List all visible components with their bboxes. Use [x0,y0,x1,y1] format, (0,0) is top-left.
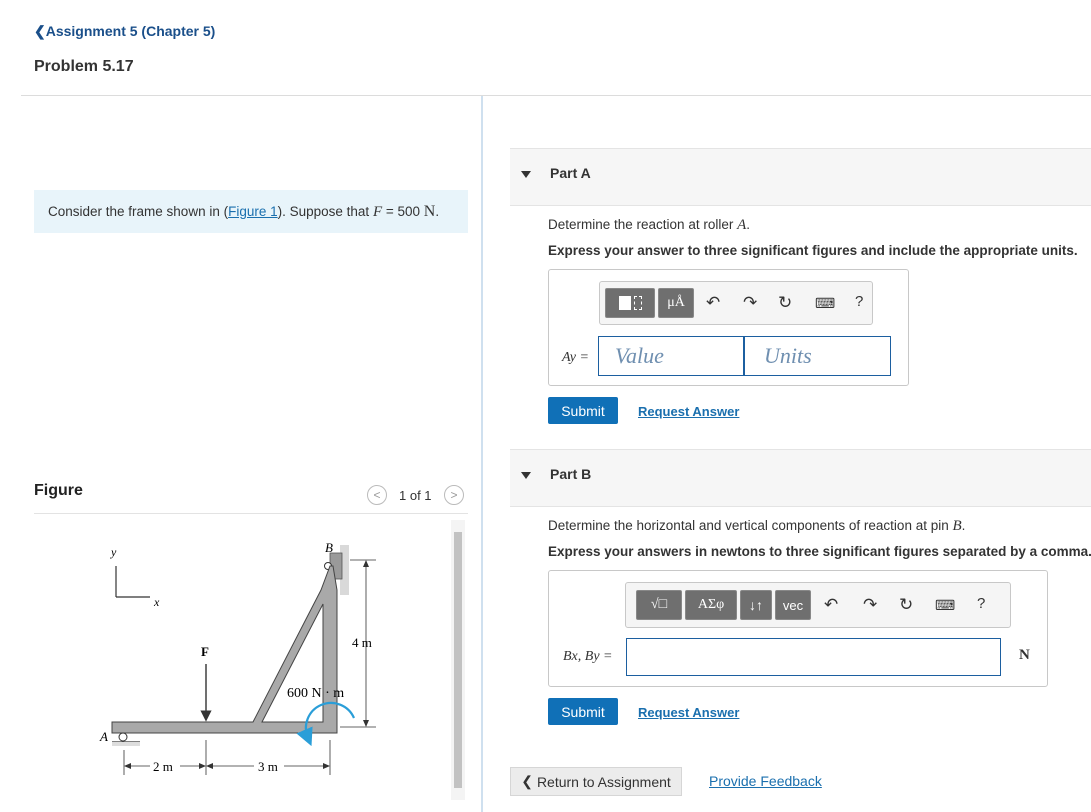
part-b-request-answer-link[interactable]: Request Answer [638,705,739,720]
chevron-left-icon: ❮ [34,23,46,39]
part-a-answer-label: Ay = [562,348,589,366]
arrows-button[interactable]: ↓↑ [740,590,772,620]
axis-x-label: x [153,595,160,609]
next-figure-button[interactable]: > [444,485,464,505]
return-label: Return to Assignment [536,773,671,790]
height-label: 4 m [352,635,372,650]
redo-icon[interactable]: ↷ [743,293,757,313]
greek-symbols-button[interactable]: ΑΣφ [685,590,737,620]
components-input[interactable] [626,638,1001,676]
units-input[interactable]: Units [744,336,891,376]
previous-figure-button[interactable]: < [367,485,387,505]
part-a-title: Part A [550,165,591,181]
frame-figure: y x B A F 600 N · m 4 m 2 m 3 m [99,540,376,775]
back-to-assignment-link[interactable]: ❮Assignment 5 (Chapter 5) [34,23,215,40]
point-b-label: B [325,540,333,555]
problem-intro: Consider the frame shown in (Figure 1). … [34,190,468,233]
undo-icon[interactable]: ↶ [706,293,720,313]
collapse-triangle-icon [521,171,531,178]
redo-icon[interactable]: ↷ [863,595,877,615]
vector-button[interactable]: vec [775,590,811,620]
intro-text-2: ). Suppose that [277,204,373,219]
part-b-question: Determine the horizontal and vertical co… [548,518,965,535]
sqrt-template-button[interactable]: √□ [636,590,682,620]
roller-support [112,732,140,746]
newton-unit-label: N [1019,647,1030,663]
part-b-question-end: . [961,518,966,533]
chevron-left-icon: < [373,488,381,502]
units-placeholder: Units [764,343,812,368]
part-b-header[interactable]: Part B [510,449,1091,507]
part-a-answer-box: μÅ ↶ ↷ ↻ ⌨ ? Ay = Value Units [548,269,909,386]
undo-icon[interactable]: ↶ [824,595,838,615]
chevron-left-icon: ❮ [521,773,533,789]
figure-link[interactable]: Figure 1 [228,204,278,219]
intro-equals: = 500 [382,204,424,219]
part-b-question-text: Determine the horizontal and vertical co… [548,518,953,533]
part-b-submit-button[interactable]: Submit [548,698,618,725]
frame-opening [261,603,324,723]
moment-label: 600 N · m [287,686,344,701]
back-link-label: Assignment 5 (Chapter 5) [45,23,216,39]
point-a-label: A [99,729,108,744]
help-button[interactable]: ? [855,293,863,310]
header-divider [21,95,1091,96]
reset-icon[interactable]: ↻ [778,293,792,313]
problem-title: Problem 5.17 [34,58,134,75]
ay-label: Ay = [562,350,589,365]
part-b-toolbar: √□ ΑΣφ ↓↑ vec ↶ ↷ ↻ ⌨ ? [625,582,1011,628]
value-input[interactable]: Value [598,336,744,376]
column-divider [481,96,483,812]
force-variable: F [372,204,383,220]
part-a-question: Determine the reaction at roller A. [548,217,750,234]
scrollbar-thumb[interactable] [454,532,462,788]
figure-divider [34,513,468,514]
part-a-toolbar: μÅ ↶ ↷ ↻ ⌨ ? [599,281,873,325]
figure-heading: Figure [34,482,83,499]
provide-feedback-link[interactable]: Provide Feedback [709,773,822,789]
part-a-question-text: Determine the reaction at roller [548,217,738,232]
value-placeholder: Value [615,343,664,368]
coordinate-axes: y x [110,545,160,609]
templates-icon [618,296,642,310]
figure-pager: 1 of 1 [399,488,432,503]
units-button[interactable]: μÅ [658,288,694,318]
intro-period: . [435,204,440,219]
help-button[interactable]: ? [977,595,985,612]
reset-icon[interactable]: ↻ [899,595,913,615]
chevron-right-icon: > [450,488,458,502]
part-b-title: Part B [550,466,592,482]
axis-y-label: y [110,545,117,559]
dim-3m-label: 3 m [258,759,278,774]
force-unit: N [423,203,436,220]
part-a-instruction: Express your answer to three significant… [548,243,1078,258]
return-to-assignment-button[interactable]: ❮ Return to Assignment [510,767,682,796]
force-label: F [201,644,209,659]
part-a-submit-button[interactable]: Submit [548,397,618,424]
keyboard-icon[interactable]: ⌨ [815,295,835,312]
templates-button[interactable] [605,288,655,318]
part-b-question-var: B [952,518,962,534]
intro-text-1: Consider the frame shown in ( [48,204,229,219]
dim-2m-label: 2 m [153,759,173,774]
bx-by-label: Bx, By = [563,649,613,664]
part-a-request-answer-link[interactable]: Request Answer [638,404,739,419]
keyboard-icon[interactable]: ⌨ [935,597,955,614]
part-a-question-end: . [746,217,751,232]
part-b-instruction: Express your answers in newtons to three… [548,544,1091,559]
collapse-triangle-icon [521,472,531,479]
part-b-answer-box: √□ ΑΣφ ↓↑ vec ↶ ↷ ↻ ⌨ ? Bx, By = N [548,570,1048,687]
figure-scrollbar[interactable] [451,520,465,800]
part-a-header[interactable]: Part A [510,148,1091,206]
part-a-question-var: A [737,217,747,233]
part-b-answer-label: Bx, By = [563,647,612,665]
